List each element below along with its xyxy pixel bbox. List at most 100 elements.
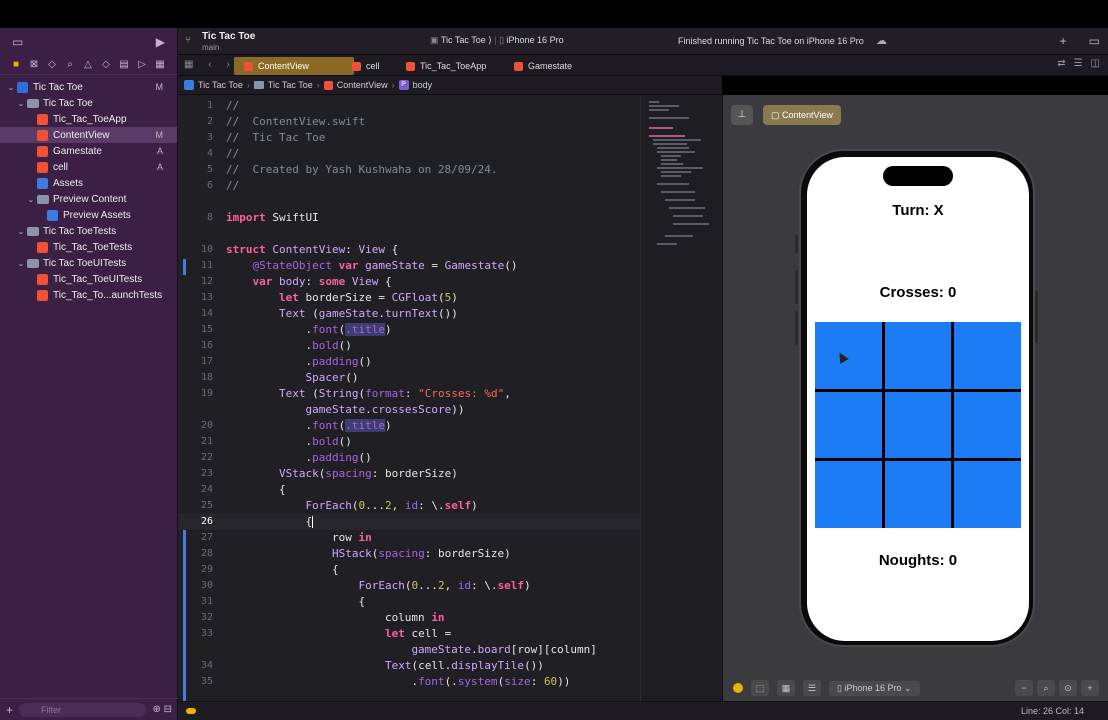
board-cell[interactable] bbox=[815, 461, 882, 528]
board-cell[interactable] bbox=[815, 391, 882, 459]
line-number: 1 bbox=[206, 100, 213, 111]
code-line: 22 .padding() bbox=[178, 450, 640, 466]
chevron-down-icon[interactable]: ⌄ bbox=[16, 259, 26, 268]
filter-options-icon[interactable]: ⊕ ⊟ bbox=[152, 704, 172, 715]
selectable-mode-icon[interactable]: ⬚ bbox=[751, 680, 769, 696]
tab-tic-tac-toe-app[interactable]: Tic_Tac_ToeApp bbox=[396, 57, 496, 75]
project-navigator: ▭ ▶ ■ ⊠ ◇ ⌕ △ ◇ ▤ ▷ ▦ ⌄ Tic Tac Toe M ⌄ … bbox=[0, 28, 178, 720]
code-line: 29 { bbox=[178, 562, 640, 578]
tree-item-file[interactable]: Tic_Tac_ToeApp bbox=[0, 111, 177, 127]
board-cell[interactable] bbox=[884, 461, 952, 528]
preview-chip[interactable]: ▢ ContentView bbox=[763, 105, 841, 125]
tree-item-file[interactable]: cell A bbox=[0, 159, 177, 175]
device-settings-icon[interactable]: ☰ bbox=[803, 680, 821, 696]
line-number: 2 bbox=[206, 116, 213, 127]
tree-item-file[interactable]: Tic_Tac_ToeTests bbox=[0, 239, 177, 255]
variants-icon[interactable]: ▦ bbox=[777, 680, 795, 696]
breadcrumb-item[interactable]: body bbox=[413, 80, 433, 90]
chevron-down-icon[interactable]: ⌄ bbox=[26, 195, 36, 204]
tree-item-file[interactable]: Gamestate A bbox=[0, 143, 177, 159]
debug-area-toggle[interactable] bbox=[186, 708, 196, 714]
tree-item-project[interactable]: ⌄ Tic Tac Toe M bbox=[0, 79, 177, 95]
split-editor-icon[interactable]: ◫ bbox=[1091, 58, 1100, 69]
tree-item-file[interactable]: Tic_Tac_To...aunchTests bbox=[0, 287, 177, 303]
inspector-toggle-icon[interactable]: ▭ bbox=[1089, 34, 1100, 48]
issue-icon[interactable]: △ bbox=[82, 59, 94, 70]
sidebar-toggle-icon[interactable]: ▭ bbox=[12, 35, 23, 49]
board-cell[interactable] bbox=[954, 461, 1021, 528]
source-control-icon[interactable]: ⊠ bbox=[28, 59, 40, 70]
device-icon: ▯ bbox=[499, 35, 507, 45]
zoom-controls: − ⌕ ⊙ + bbox=[1015, 680, 1099, 696]
tree-item-label: Tic Tac ToeUITests bbox=[43, 257, 127, 269]
board-cell[interactable] bbox=[954, 391, 1021, 459]
code-line: 23 VStack(spacing: borderSize) bbox=[178, 466, 640, 482]
zoom-fit-icon[interactable]: ⌕ bbox=[1037, 680, 1055, 696]
line-number: 24 bbox=[200, 484, 213, 495]
folder-icon bbox=[26, 258, 39, 268]
live-mode-icon[interactable] bbox=[733, 683, 743, 693]
text-cursor bbox=[312, 516, 314, 528]
tab-cell[interactable]: cell bbox=[342, 57, 390, 75]
chevron-down-icon[interactable]: ⌄ bbox=[16, 227, 26, 236]
report-icon[interactable]: ▦ bbox=[154, 59, 166, 70]
chevron-down-icon[interactable]: ⌄ bbox=[16, 99, 26, 108]
cloud-icon: ☁ bbox=[876, 35, 887, 47]
breadcrumb-item[interactable]: ContentView bbox=[337, 80, 388, 90]
swift-file-icon bbox=[244, 61, 253, 71]
bookmark-icon[interactable]: ◇ bbox=[46, 59, 58, 70]
swift-file-icon bbox=[352, 61, 361, 71]
board-cell[interactable] bbox=[884, 322, 952, 389]
navigation-arrows[interactable]: ▦ ‹ › bbox=[184, 59, 236, 70]
tree-item-folder[interactable]: ⌄ Preview Content bbox=[0, 191, 177, 207]
zoom-actual-icon[interactable]: ⊙ bbox=[1059, 680, 1077, 696]
tree-item-file[interactable]: Tic_Tac_ToeUITests bbox=[0, 271, 177, 287]
zoom-in-icon[interactable]: + bbox=[1081, 680, 1099, 696]
editor-options-icon[interactable]: ☰ bbox=[1074, 58, 1083, 69]
source-editor[interactable]: 1// 2// ContentView.swift 3// Tic Tac To… bbox=[178, 95, 640, 701]
board-cell[interactable] bbox=[954, 322, 1021, 389]
code-line: 12 var body: some View { bbox=[178, 274, 640, 290]
status-badge: M bbox=[155, 130, 164, 140]
debug-icon[interactable]: ▤ bbox=[118, 59, 130, 70]
code-line: 6// bbox=[178, 178, 640, 194]
filter-input[interactable]: Filter bbox=[19, 702, 147, 717]
swift-file-icon bbox=[36, 113, 49, 125]
find-icon[interactable]: ⌕ bbox=[64, 59, 76, 70]
line-number: 26 bbox=[200, 516, 213, 527]
tree-item-label: Preview Content bbox=[53, 193, 127, 205]
tree-item-folder[interactable]: ⌄ Tic Tac ToeUITests bbox=[0, 255, 177, 271]
test-icon[interactable]: ◇ bbox=[100, 59, 112, 70]
refresh-icon[interactable]: ⇄ bbox=[1057, 58, 1065, 69]
tree-item-folder[interactable]: ⌄ Tic Tac ToeTests bbox=[0, 223, 177, 239]
add-icon[interactable]: + bbox=[6, 703, 13, 717]
scheme-selector[interactable]: ▣ Tic Tac Toe ⟩ | ▯ iPhone 16 Pro bbox=[430, 35, 564, 46]
code-minimap[interactable] bbox=[640, 95, 722, 701]
tree-item-assets[interactable]: Preview Assets bbox=[0, 207, 177, 223]
chevron-down-icon[interactable]: ⌄ bbox=[6, 83, 16, 92]
board-cell[interactable] bbox=[884, 391, 952, 459]
tree-item-folder[interactable]: ⌄ Tic Tac Toe bbox=[0, 95, 177, 111]
tree-item-label: cell bbox=[53, 161, 69, 173]
pin-icon[interactable]: ⊥ bbox=[731, 105, 753, 125]
folder-icon bbox=[253, 81, 264, 89]
breadcrumb-item[interactable]: Tic Tac Toe bbox=[268, 80, 313, 90]
tree-item-assets[interactable]: Assets bbox=[0, 175, 177, 191]
add-icon[interactable]: + bbox=[1060, 34, 1067, 48]
code-line: 16 .bold() bbox=[178, 338, 640, 354]
tree-item-file-selected[interactable]: ContentView M bbox=[0, 127, 177, 143]
line-number: 23 bbox=[200, 468, 213, 479]
board-cell[interactable] bbox=[815, 322, 882, 389]
zoom-out-icon[interactable]: − bbox=[1015, 680, 1033, 696]
code-line: 21 .bold() bbox=[178, 434, 640, 450]
run-icon[interactable]: ▶ bbox=[156, 35, 165, 49]
tab-gamestate[interactable]: Gamestate bbox=[504, 57, 582, 75]
window-toolbar: ⑂ Tic Tac Toe main ▣ Tic Tac Toe ⟩ | ▯ i… bbox=[178, 28, 1108, 55]
line-number: 28 bbox=[200, 548, 213, 559]
code-line: gameState.board[row][column] bbox=[411, 643, 597, 656]
device-selector[interactable]: ▯ iPhone 16 Pro ⌄ bbox=[829, 680, 920, 696]
tab-contentview[interactable]: ContentView bbox=[234, 57, 354, 75]
folder-icon[interactable]: ■ bbox=[10, 59, 22, 70]
breakpoint-icon[interactable]: ▷ bbox=[136, 59, 148, 70]
breadcrumb-item[interactable]: Tic Tac Toe bbox=[198, 80, 243, 90]
